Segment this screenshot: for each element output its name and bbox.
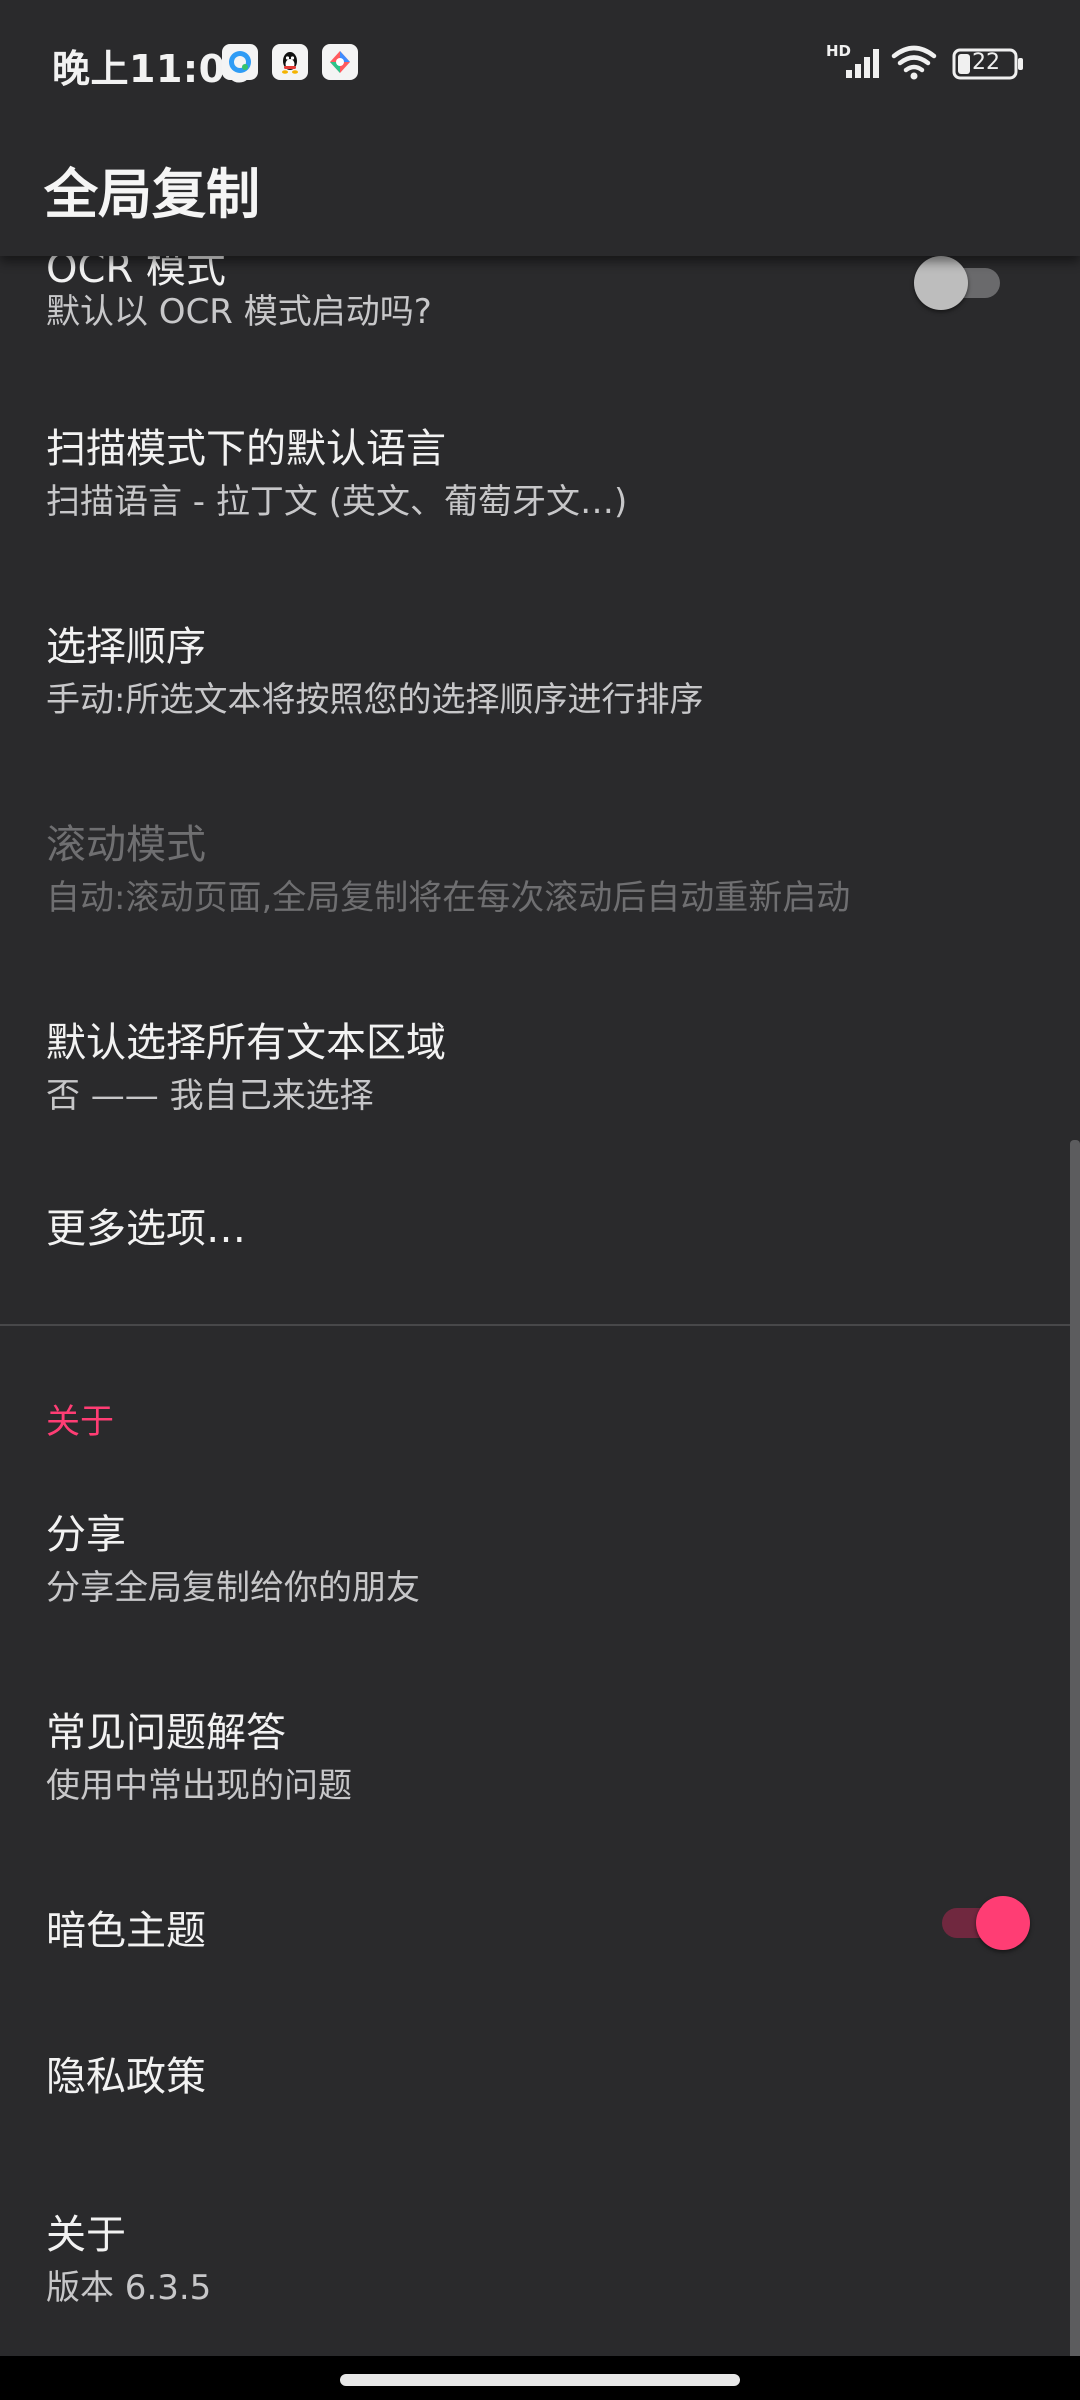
hd-label: HD: [826, 42, 852, 60]
battery-level: 22: [972, 50, 1000, 75]
pref-title: 滚动模式: [46, 822, 206, 868]
ocr-mode-switch[interactable]: [914, 256, 1010, 312]
pref-summary: 分享全局复制给你的朋友: [46, 1568, 420, 1608]
version-text: 版本 6.3.5: [46, 2268, 212, 2308]
page-title: 全局复制: [44, 163, 260, 226]
pref-summary: 自动:滚动页面,全局复制将在每次滚动后自动重新启动: [46, 878, 851, 918]
navigation-bar: [0, 2356, 1080, 2400]
pref-ocr-mode[interactable]: OCR 模式 默认以 OCR 模式启动吗?: [0, 256, 1080, 356]
switch-thumb: [976, 1896, 1030, 1950]
pref-share[interactable]: 分享 分享全局复制给你的朋友: [0, 1502, 1080, 1642]
pref-title: 分享: [46, 1512, 126, 1558]
pref-summary: 手动:所选文本将按照您的选择顺序进行排序: [46, 680, 704, 720]
pref-scan-language[interactable]: 扫描模式下的默认语言 扫描语言 - 拉丁文 (英文、葡萄牙文…): [0, 416, 1080, 556]
app-screen: 晚上11:06 HD 22 全局复制 OCR 模式 默认以 OCR 模式启动吗?…: [0, 0, 1080, 2400]
pref-select-all-regions[interactable]: 默认选择所有文本区域 否 —— 我自己来选择: [0, 1010, 1080, 1150]
pref-about[interactable]: 关于 版本 6.3.5: [0, 2202, 1080, 2342]
pref-summary: 使用中常出现的问题: [46, 1766, 352, 1806]
pref-title: 常见问题解答: [46, 1710, 286, 1756]
pref-summary: 否 —— 我自己来选择: [46, 1076, 374, 1116]
pref-title: 扫描模式下的默认语言: [46, 426, 446, 472]
qq-app-icon: [272, 44, 308, 80]
pref-title: 隐私政策: [46, 2054, 206, 2100]
dark-theme-switch[interactable]: [936, 1892, 1032, 1952]
pref-scroll-mode: 滚动模式 自动:滚动页面,全局复制将在每次滚动后自动重新启动: [0, 812, 1080, 952]
pref-title: 选择顺序: [46, 624, 206, 670]
pref-summary: 默认以 OCR 模式启动吗?: [46, 292, 432, 332]
wifi-icon: [890, 44, 938, 84]
section-divider: [0, 1324, 1080, 1326]
pref-title: 默认选择所有文本区域: [46, 1020, 446, 1066]
app-store-icon: [322, 44, 358, 80]
settings-list[interactable]: OCR 模式 默认以 OCR 模式启动吗? 扫描模式下的默认语言 扫描语言 - …: [0, 256, 1080, 2356]
pref-privacy-policy[interactable]: 隐私政策: [0, 2044, 1080, 2134]
pref-faq[interactable]: 常见问题解答 使用中常出现的问题: [0, 1700, 1080, 1840]
pref-dark-theme[interactable]: 暗色主题: [0, 1896, 1080, 1998]
message-app-icon: [222, 44, 258, 80]
pref-selection-order[interactable]: 选择顺序 手动:所选文本将按照您的选择顺序进行排序: [0, 614, 1080, 754]
scrollbar[interactable]: [1070, 1140, 1080, 2360]
pref-title: 更多选项…: [46, 1206, 246, 1252]
pref-title: 关于: [46, 2212, 126, 2258]
status-bar: 晚上11:06 HD 22: [0, 0, 1080, 128]
switch-thumb: [914, 256, 968, 310]
pref-more-options[interactable]: 更多选项…: [0, 1196, 1080, 1286]
pref-title: 暗色主题: [46, 1908, 206, 1954]
app-bar: 全局复制: [0, 128, 1080, 256]
pref-summary: 扫描语言 - 拉丁文 (英文、葡萄牙文…): [46, 482, 628, 522]
category-about: 关于: [46, 1402, 114, 1442]
home-indicator[interactable]: [340, 2374, 740, 2386]
